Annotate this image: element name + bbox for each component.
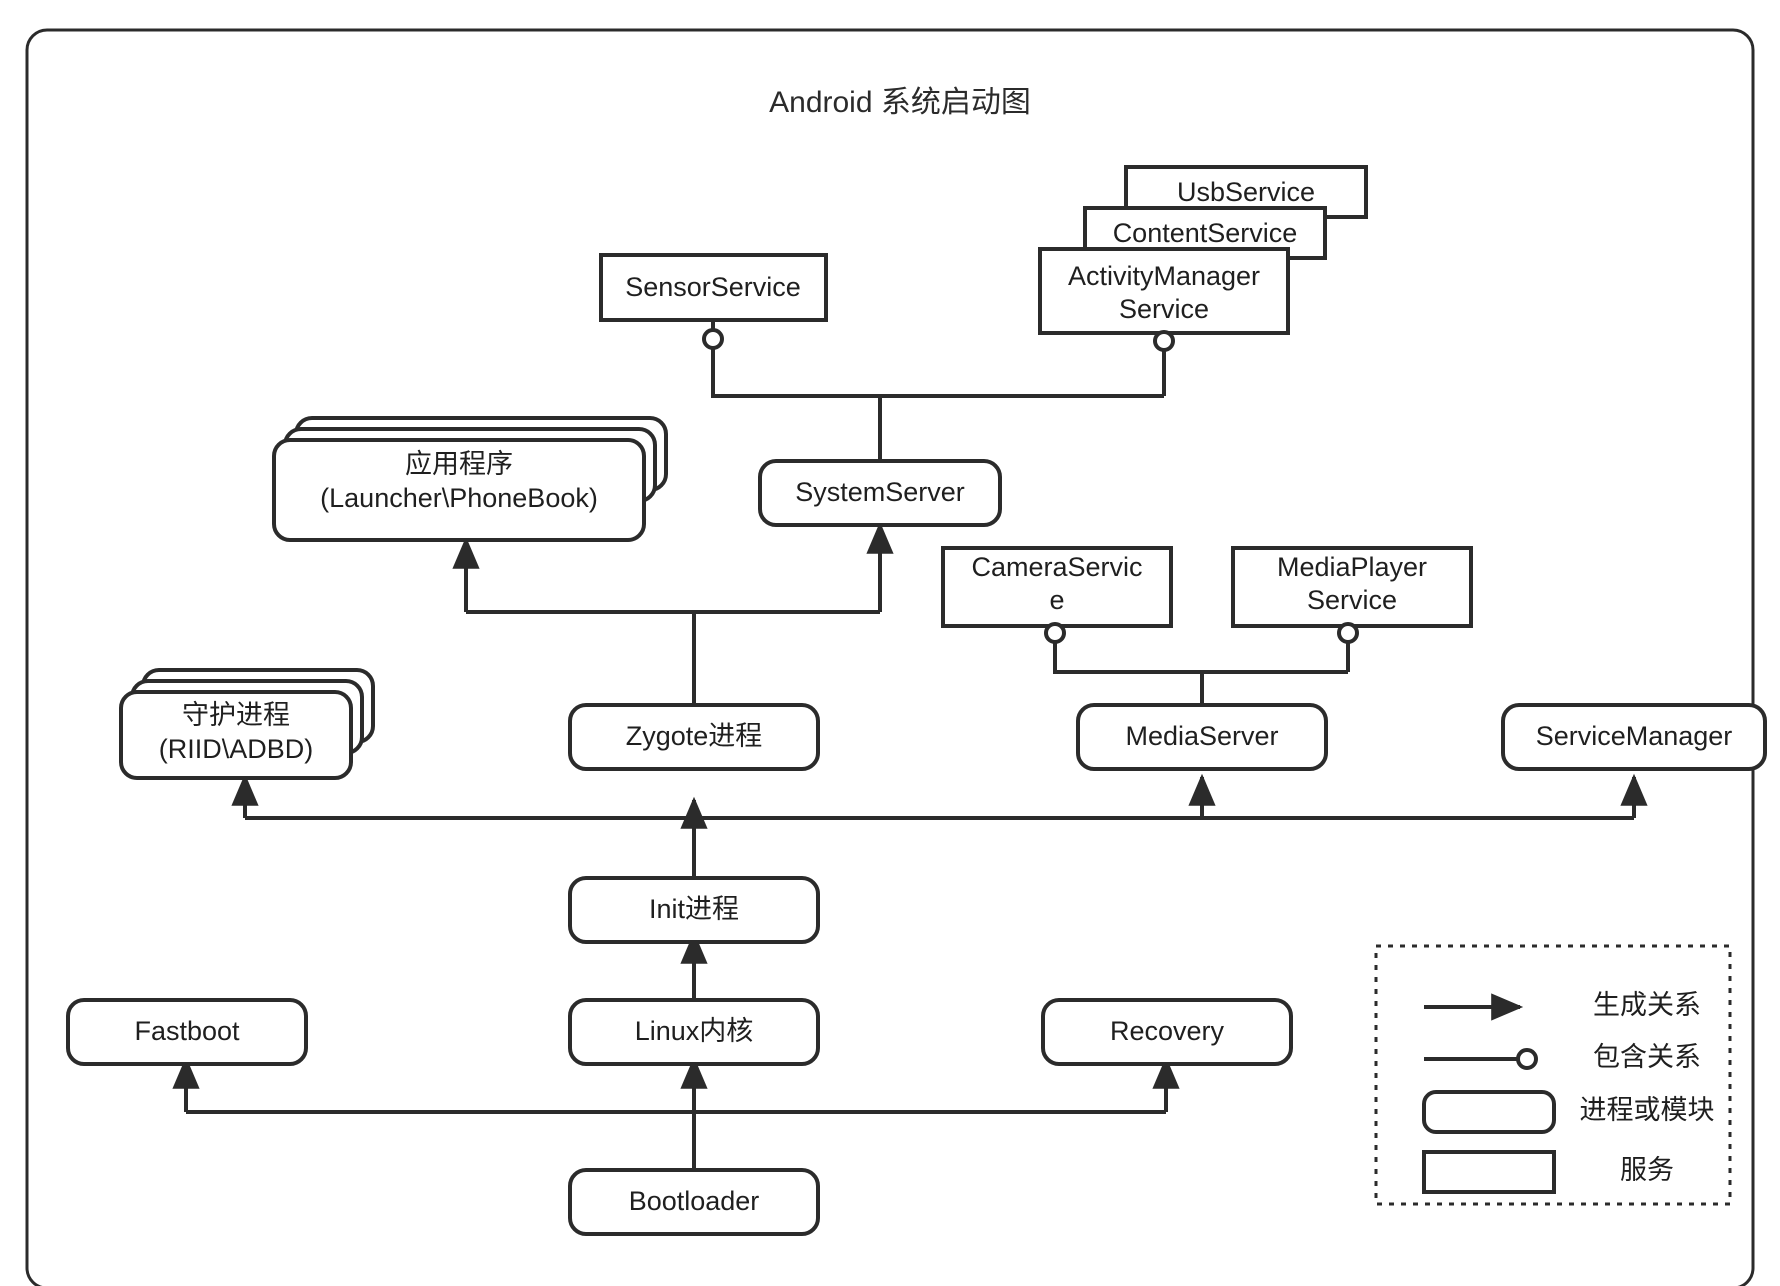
- node-activity-manager-service-label-1: ActivityManager: [1068, 261, 1260, 291]
- legend-service-label: 服务: [1620, 1155, 1674, 1185]
- legend-spawn-label: 生成关系: [1593, 990, 1701, 1020]
- node-recovery-label: Recovery: [1110, 1016, 1225, 1046]
- node-media-player-service-label-2: Service: [1307, 585, 1397, 615]
- connector-circle-mediaplayerservice: [1337, 622, 1359, 644]
- legend-process-label: 进程或模块: [1580, 1095, 1715, 1125]
- node-init-process-label: Init进程: [649, 894, 739, 924]
- connector-circle-cameraservice: [1044, 622, 1066, 644]
- node-media-player-service-label-1: MediaPlayer: [1277, 552, 1427, 582]
- node-activity-manager-service-label-2: Service: [1119, 294, 1209, 324]
- legend-service-box-icon: [1422, 1150, 1556, 1194]
- node-service-manager-label: ServiceManager: [1536, 721, 1733, 751]
- node-zygote-process-label: Zygote进程: [626, 721, 763, 751]
- node-daemon-process-label-2: (RIID\ADBD): [159, 734, 314, 764]
- node-daemon-process-label-1: 守护进程: [182, 700, 290, 730]
- node-system-server-label: SystemServer: [795, 477, 965, 507]
- node-content-service-label: ContentService: [1113, 218, 1298, 248]
- node-camera-service-label-2: e: [1049, 585, 1064, 615]
- legend-process-box-icon: [1422, 1090, 1556, 1134]
- legend-contains-circle-icon: [1516, 1048, 1538, 1070]
- node-applications-label-1: 应用程序: [405, 449, 513, 479]
- connector-circle-sensorservice: [702, 328, 724, 350]
- legend-contains-label: 包含关系: [1593, 1042, 1701, 1072]
- edge-cameraservice-to-mediaserver: [1053, 641, 1348, 674]
- node-media-server-label: MediaServer: [1125, 721, 1278, 751]
- android-boot-diagram: Android 系统启动图 UsbService ContentService …: [0, 0, 1780, 1286]
- node-camera-service-label-1: CameraServic: [971, 552, 1142, 582]
- node-sensor-service-label: SensorService: [625, 272, 801, 302]
- node-bootloader-label: Bootloader: [629, 1186, 760, 1216]
- node-fastboot-label: Fastboot: [134, 1016, 240, 1046]
- connector-circle-ams: [1153, 330, 1175, 352]
- node-linux-kernel-label: Linux内核: [635, 1016, 754, 1046]
- page-title: Android 系统启动图: [769, 86, 1031, 119]
- node-applications-label-2: (Launcher\PhoneBook): [320, 483, 598, 513]
- node-usb-service-label: UsbService: [1177, 177, 1315, 207]
